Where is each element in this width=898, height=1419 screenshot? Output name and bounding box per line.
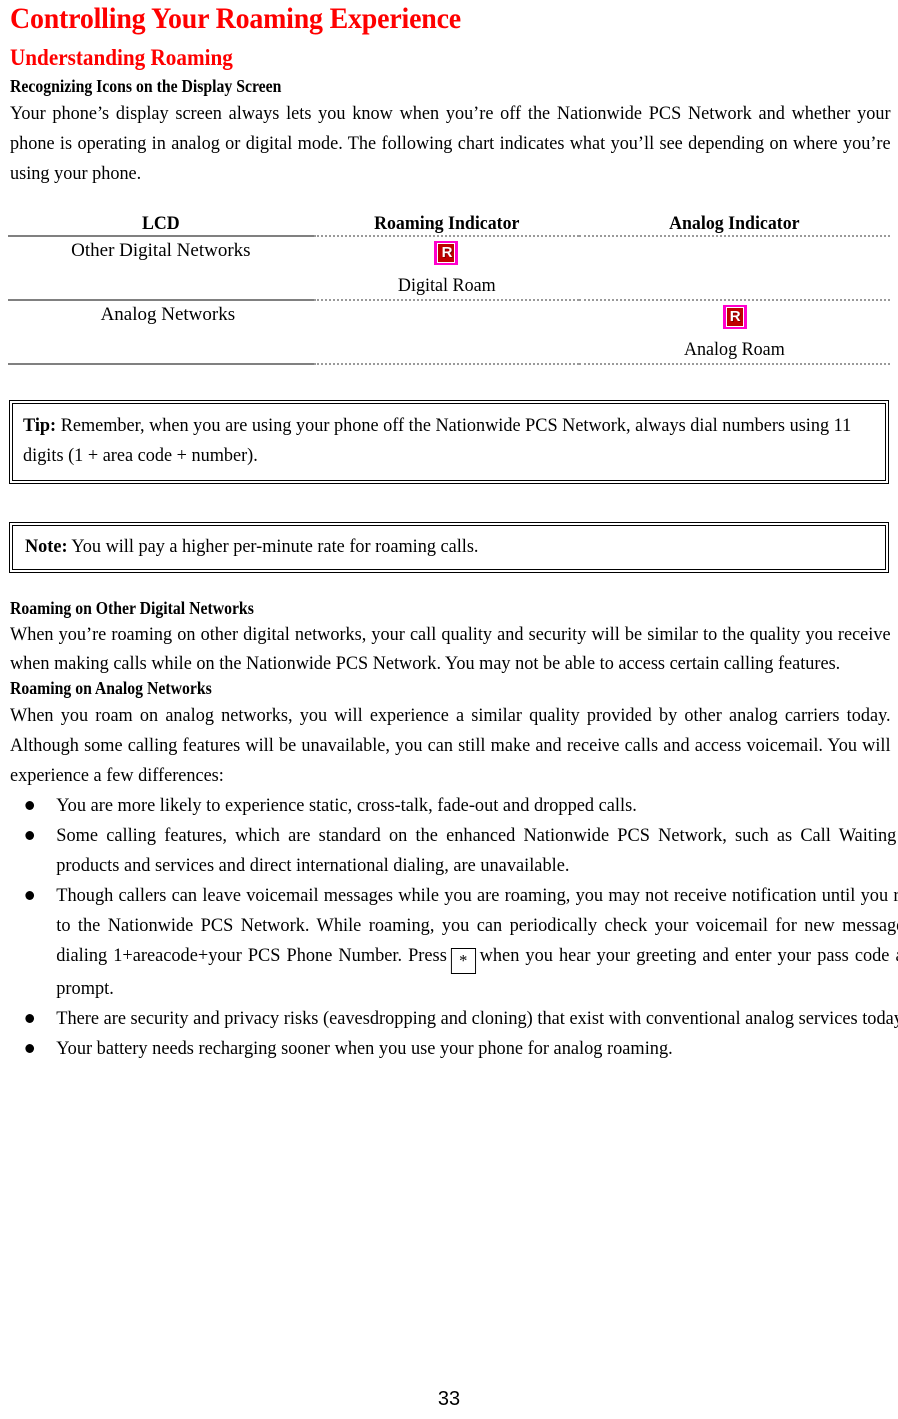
- subsection-heading-recognizing-icons: Recognizing Icons on the Display Screen: [10, 76, 282, 96]
- bullet-dot-icon: [25, 800, 35, 810]
- intro-paragraph: Your phone’s display screen always lets …: [10, 102, 891, 184]
- column-header-analog-indicator: Analog Indicator: [588, 212, 881, 237]
- heading-roaming-on-analog-networks: Roaming on Analog Networks: [10, 678, 212, 698]
- note-callout-box: Note: You will pay a higher per-minute r…: [9, 521, 889, 573]
- list-item-text: Your battery needs recharging sooner whe…: [56, 1037, 673, 1059]
- cell-roaming-indicator-empty-row2: [313, 299, 580, 365]
- page-number: 33: [437, 1388, 461, 1410]
- roaming-icon-container: R: [314, 237, 580, 273]
- list-item-text: Some calling features, which are standar…: [56, 824, 898, 876]
- list-item: You are more likely to experience static…: [8, 791, 898, 821]
- list-item-text: You are more likely to experience static…: [56, 794, 637, 816]
- section-heading-understanding-roaming: Understanding Roaming: [10, 45, 233, 70]
- list-item-text: There are security and privacy risks (ea…: [56, 1007, 898, 1029]
- table-header-row: LCD Roaming Indicator Analog Indicator: [8, 212, 890, 237]
- list-item: There are security and privacy risks (ea…: [8, 1004, 898, 1034]
- cell-lcd-analog-networks: Analog Networks: [8, 299, 314, 365]
- caption-analog-roam: Analog Roam: [684, 338, 786, 360]
- analog-icon-glyph: R: [729, 308, 741, 325]
- paragraph-roaming-other-digital: When you’re roaming on other digital net…: [10, 624, 891, 674]
- paragraph-roaming-analog: When you roam on analog networks, you wi…: [10, 704, 891, 786]
- page-title: Controlling Your Roaming Experience: [10, 2, 462, 35]
- cell-analog-indicator-analog: R Analog Roam: [579, 299, 890, 365]
- bullet-dot-icon: [25, 1013, 35, 1023]
- table-row: Other Digital Networks R Digital Roam: [8, 235, 890, 301]
- caption-digital-roam: Digital Roam: [397, 274, 496, 296]
- asterisk-key-icon: *: [450, 947, 476, 974]
- note-label: Note:: [25, 535, 68, 557]
- list-item: Some calling features, which are standar…: [8, 821, 898, 881]
- document-page: Controlling Your Roaming Experience Unde…: [0, 4, 898, 1419]
- column-header-roaming-indicator: Roaming Indicator: [321, 212, 572, 237]
- column-header-lcd: LCD: [17, 212, 305, 237]
- roaming-r-icon: R: [722, 304, 747, 329]
- analog-icon-container: R: [579, 301, 890, 337]
- note-body: You will pay a higher per-minute rate fo…: [67, 535, 479, 557]
- cell-roaming-indicator-digital: R Digital Roam: [313, 235, 580, 301]
- tip-body: Remember, when you are using your phone …: [23, 414, 852, 466]
- roaming-icon-glyph: R: [441, 244, 453, 261]
- bullet-dot-icon: [25, 1043, 35, 1053]
- table-row: Analog Networks R Analog Roam: [8, 299, 890, 365]
- roaming-indicator-chart: LCD Roaming Indicator Analog Indicator O…: [8, 212, 890, 365]
- analog-differences-list: You are more likely to experience static…: [8, 791, 898, 1064]
- tip-callout-text: Tip: Remember, when you are using your p…: [23, 411, 874, 471]
- bullet-dot-icon: [25, 890, 35, 900]
- list-item: Though callers can leave voicemail messa…: [8, 881, 898, 1004]
- tip-callout-box: Tip: Remember, when you are using your p…: [9, 399, 889, 484]
- note-callout-text: Note: You will pay a higher per-minute r…: [25, 532, 874, 562]
- cell-analog-indicator-empty-row1: [579, 235, 890, 301]
- tip-label: Tip:: [23, 414, 57, 436]
- list-item: Your battery needs recharging sooner whe…: [8, 1034, 898, 1064]
- heading-roaming-on-other-digital-networks: Roaming on Other Digital Networks: [10, 597, 254, 618]
- bullet-dot-icon: [25, 830, 35, 840]
- roaming-r-icon: R: [434, 240, 459, 265]
- cell-lcd-other-digital-networks: Other Digital Networks: [8, 235, 314, 301]
